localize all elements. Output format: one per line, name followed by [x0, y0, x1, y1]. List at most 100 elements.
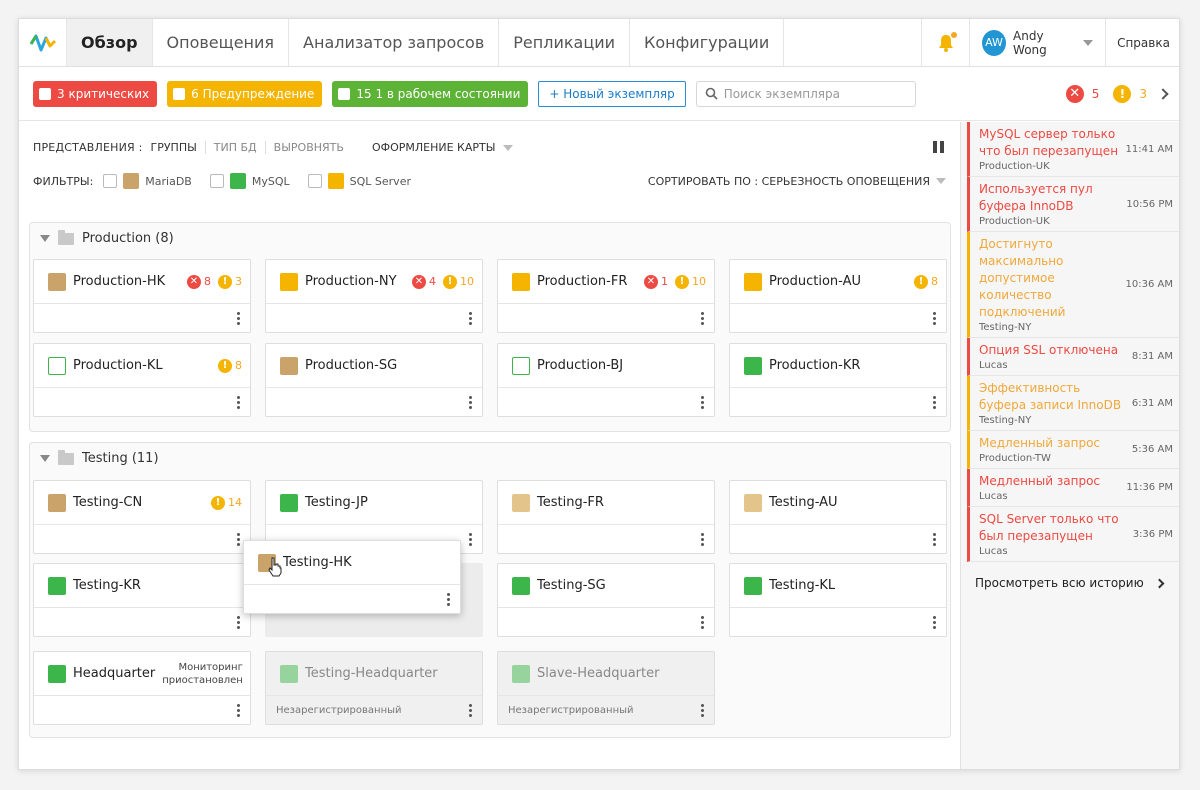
view-align[interactable]: ВЫРОВНЯТЬ: [264, 140, 352, 154]
view-dbtype[interactable]: ТИП БД: [204, 140, 265, 154]
checkbox[interactable]: [209, 174, 224, 188]
event-item[interactable]: Эффективность буфера записи InnoDB Testin…: [967, 376, 1179, 431]
instance-card[interactable]: Production-AU ! 8: [729, 259, 947, 333]
instance-card[interactable]: Testing-KR: [33, 563, 251, 637]
tab-replications[interactable]: Репликации: [499, 19, 630, 66]
more-icon[interactable]: [236, 396, 240, 409]
more-icon[interactable]: [468, 533, 472, 546]
tab-overview[interactable]: Обзор: [67, 19, 153, 66]
error-icon: ✕: [1065, 84, 1084, 103]
event-item[interactable]: Опция SSL отключена Lucas 8:31 AM: [967, 338, 1179, 376]
tab-query-analyzer[interactable]: Анализатор запросов: [289, 19, 500, 66]
more-icon[interactable]: [700, 704, 704, 717]
instance-card[interactable]: Production-BJ: [497, 343, 715, 417]
more-icon[interactable]: [700, 396, 704, 409]
critical-filter-pill[interactable]: 3 критических: [33, 80, 158, 107]
group-header[interactable]: Production (8): [40, 229, 174, 246]
notifications-button[interactable]: [921, 19, 969, 66]
filter-sqlserver[interactable]: SQL Server: [298, 173, 411, 189]
view-history-link[interactable]: Просмотреть всю историю: [961, 562, 1179, 604]
instance-card[interactable]: Testing-Headquarter Незарегистрированный: [265, 651, 483, 725]
instance-card[interactable]: Testing-AU: [729, 480, 947, 554]
map-theme-dropdown[interactable]: ОФОРМЛЕНИЕ КАРТЫ: [364, 141, 521, 154]
group-title: Production (8): [82, 231, 174, 246]
more-icon[interactable]: [468, 704, 472, 717]
warning-count: 10: [460, 275, 474, 288]
warning-filter-pill[interactable]: 6 Предупреждение: [167, 80, 323, 107]
event-item[interactable]: MySQL сервер только что был перезапущен P…: [967, 122, 1179, 177]
view-groups[interactable]: ГРУППЫ: [151, 141, 205, 154]
instance-card[interactable]: Testing-SG: [497, 563, 715, 637]
more-icon[interactable]: [932, 616, 936, 629]
filter-label: SQL Server: [349, 174, 411, 188]
chevron-down-icon: [502, 144, 513, 151]
checkbox-icon: [338, 87, 351, 100]
new-instance-button[interactable]: + Новый экземпляр: [538, 80, 686, 107]
instance-card[interactable]: Production-FR ✕ 1! 10: [497, 259, 715, 333]
instance-card[interactable]: Production-SG: [265, 343, 483, 417]
more-icon[interactable]: [700, 533, 704, 546]
more-icon[interactable]: [446, 593, 450, 606]
instance-card[interactable]: Testing-CN ! 14: [33, 480, 251, 554]
dragged-instance-card[interactable]: Testing-HK: [243, 540, 461, 614]
healthy-filter-pill[interactable]: 15 1 в рабочем состоянии: [332, 80, 529, 107]
more-icon[interactable]: [700, 312, 704, 325]
warning-icon: !: [211, 495, 225, 510]
filter-label: MySQL: [251, 174, 290, 188]
instance-card[interactable]: Production-NY ✕ 4! 10: [265, 259, 483, 333]
event-body: Медленный запрос Lucas: [979, 473, 1122, 502]
more-icon[interactable]: [236, 312, 240, 325]
instance-name: Testing-AU: [769, 495, 838, 510]
sort-dropdown[interactable]: СОРТИРОВАТЬ ПО : СЕРЬЕЗНОСТЬ ОПОВЕЩЕНИЯ: [648, 175, 946, 188]
app-window: Обзор Оповещения Анализатор запросов Реп…: [18, 18, 1180, 770]
help-link[interactable]: Справка: [1105, 19, 1179, 66]
event-item[interactable]: Используется пул буфера InnoDB Production…: [967, 177, 1179, 232]
avatar: AW: [982, 29, 1007, 56]
sqlserver-icon: [744, 272, 762, 291]
folder-icon: [58, 449, 74, 465]
filter-mariadb[interactable]: MariaDB: [93, 173, 192, 189]
more-icon[interactable]: [236, 533, 240, 546]
event-item[interactable]: Достигнуто максимально допустимое количе…: [967, 232, 1179, 338]
tab-alerts[interactable]: Оповещения: [153, 19, 290, 66]
chevron-right-icon[interactable]: [1157, 87, 1169, 100]
checkbox[interactable]: [307, 174, 322, 188]
tab-configurations[interactable]: Конфигурации: [630, 19, 785, 66]
search-placeholder: Поиск экземпляра: [723, 86, 840, 101]
map-theme-label: ОФОРМЛЕНИЕ КАРТЫ: [371, 140, 496, 154]
more-icon[interactable]: [468, 396, 472, 409]
more-icon[interactable]: [468, 312, 472, 325]
checkbox[interactable]: [103, 174, 118, 188]
pause-icon[interactable]: [933, 141, 944, 153]
instance-card[interactable]: Production-KR: [729, 343, 947, 417]
more-icon[interactable]: [932, 396, 936, 409]
instance-card[interactable]: Production-KL ! 8: [33, 343, 251, 417]
top-nav: Обзор Оповещения Анализатор запросов Реп…: [19, 19, 1179, 67]
warning-icon: !: [675, 274, 689, 289]
group-header[interactable]: Testing (11): [40, 449, 159, 466]
collapse-icon[interactable]: [40, 455, 50, 462]
instance-card[interactable]: Headquarter Мониторинг приостановлен: [33, 651, 251, 725]
filter-mysql[interactable]: MySQL: [200, 173, 290, 189]
more-icon[interactable]: [700, 616, 704, 629]
search-icon: [705, 87, 718, 100]
more-icon[interactable]: [236, 704, 240, 717]
instance-search-input[interactable]: Поиск экземпляра: [695, 80, 916, 107]
more-icon[interactable]: [932, 312, 936, 325]
event-source: Lucas: [979, 360, 1008, 371]
instance-card[interactable]: Slave-Headquarter Незарегистрированный: [497, 651, 715, 725]
event-time: 10:56 PM: [1126, 198, 1173, 210]
event-body: Медленный запрос Production-TW: [979, 435, 1128, 464]
event-item[interactable]: Медленный запрос Lucas 11:36 PM: [967, 469, 1179, 507]
collapse-icon[interactable]: [40, 235, 50, 242]
instance-card[interactable]: Production-HK ✕ 8! 3: [33, 259, 251, 333]
event-item[interactable]: SQL Server только что был перезапущен Luc…: [967, 507, 1179, 562]
more-icon[interactable]: [932, 533, 936, 546]
mysql-icon: [229, 173, 246, 189]
more-icon[interactable]: [236, 616, 240, 629]
instance-card[interactable]: Testing-KL: [729, 563, 947, 637]
app-logo[interactable]: [19, 19, 67, 66]
instance-card[interactable]: Testing-FR: [497, 480, 715, 554]
event-item[interactable]: Медленный запрос Production-TW 5:36 AM: [967, 431, 1179, 469]
user-menu[interactable]: AW Andy Wong: [969, 19, 1105, 66]
